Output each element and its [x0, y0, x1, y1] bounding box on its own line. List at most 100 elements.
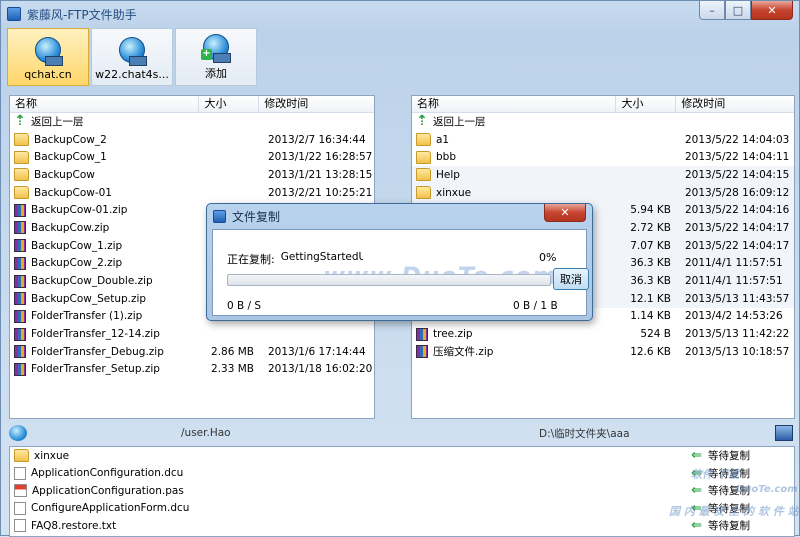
server-button-0[interactable]: qchat.cn: [7, 28, 89, 86]
file-name-cell: BackupCow_Setup.zip: [10, 292, 200, 306]
file-row[interactable]: a1 2013/5/22 14:04:03: [412, 131, 794, 149]
file-time: 2013/5/28 16:09:12: [685, 186, 790, 199]
server-button-2[interactable]: + 添加: [175, 28, 257, 86]
download-arrow-icon: ⇐: [691, 448, 702, 464]
file-row[interactable]: BackupCow 2013/1/21 13:28:15: [10, 166, 374, 184]
queue-status: ⇐ 等待复制: [691, 448, 750, 463]
transfer-bytes: 0 B / 1 B: [513, 300, 558, 312]
file-name: xinxue: [436, 186, 472, 199]
col-name[interactable]: 名称: [10, 96, 200, 112]
queue-row[interactable]: FAQ8.restore.txt ⇐ 等待复制: [10, 517, 794, 535]
file-name: tree.zip: [433, 328, 473, 341]
queue-status-text: 等待复制: [708, 520, 750, 533]
zip-archive-icon: [14, 203, 26, 217]
file-row[interactable]: BackupCow_2 2013/2/7 16:34:44: [10, 131, 374, 149]
dialog-title: 文件复制: [232, 209, 281, 224]
up-arrow-icon: ⇡: [14, 114, 26, 130]
file-size: 1.14 KB: [630, 310, 671, 323]
file-time: 2011/4/1 11:57:51: [685, 257, 783, 270]
pascal-file-icon: [14, 484, 27, 498]
queue-file-name: ApplicationConfiguration.dcu: [31, 467, 184, 480]
up-arrow-icon: ⇡: [416, 114, 428, 130]
file-name: FolderTransfer_12-14.zip: [31, 328, 160, 341]
file-name: 压缩文件.zip: [433, 346, 494, 359]
file-name-cell: BackupCow_1.zip: [10, 239, 200, 253]
file-row[interactable]: BackupCow-01 2013/2/21 10:25:21: [10, 184, 374, 202]
queue-file-name: ApplicationConfiguration.pas: [32, 484, 184, 497]
file-row[interactable]: Help 2013/5/22 14:04:15: [412, 166, 794, 184]
file-name-cell: BackupCow_1: [10, 150, 200, 164]
download-arrow-icon: ⇐: [691, 483, 702, 499]
file-row[interactable]: xinxue 2013/5/28 16:09:12: [412, 183, 794, 202]
file-time: 2013/1/21 13:28:15: [268, 168, 373, 181]
computer-icon: [775, 425, 793, 441]
file-row[interactable]: BackupCow_1 2013/1/22 16:28:57: [10, 148, 374, 166]
file-name: 返回上一层: [31, 116, 84, 129]
path-bar: /user.Hao D:\临时文件夹\aaa: [9, 423, 795, 443]
file-size: 12.6 KB: [630, 345, 671, 358]
file-name-cell: 压缩文件.zip: [412, 344, 617, 359]
col-size[interactable]: 大小: [616, 96, 677, 112]
minimize-button[interactable]: –: [699, 1, 725, 20]
server-button-label: 添加: [205, 67, 227, 80]
zip-archive-icon: [14, 292, 26, 306]
file-icon: [14, 466, 26, 480]
file-name: BackupCow_2.zip: [31, 257, 123, 270]
folder-icon: [14, 133, 29, 147]
file-size: 7.07 KB: [630, 239, 671, 252]
file-row[interactable]: bbb 2013/5/22 14:04:11: [412, 148, 794, 166]
close-button[interactable]: ✕: [751, 1, 793, 20]
cancel-button[interactable]: 取消: [553, 268, 589, 290]
add-server-icon: +: [201, 34, 231, 63]
file-time: 2013/5/22 14:04:16: [685, 204, 790, 217]
file-name: FolderTransfer_Debug.zip: [31, 345, 164, 358]
queue-row[interactable]: ApplicationConfiguration.pas ⇐ 等待复制: [10, 482, 794, 500]
file-name: bbb: [436, 151, 456, 164]
queue-file-name: ConfigureApplicationForm.dcu: [31, 502, 190, 515]
file-row[interactable]: 压缩文件.zip 12.6 KB 2013/5/13 10:18:57: [412, 343, 794, 361]
server-button-1[interactable]: w22.chat4s...: [91, 28, 173, 86]
maximize-button[interactable]: □: [725, 1, 751, 20]
zip-archive-icon: [14, 239, 26, 253]
folder-icon: [416, 133, 431, 147]
title-bar: 紫藤风-FTP文件助手 – □ ✕: [1, 1, 799, 27]
file-row[interactable]: FolderTransfer_Debug.zip 2.86 MB 2013/1/6 …: [10, 343, 374, 361]
file-name-cell: BackupCow_Double.zip: [10, 274, 200, 288]
file-name: BackupCow_1: [34, 151, 107, 164]
file-name-cell: BackupCow-01.zip: [10, 203, 200, 217]
file-size: 2.86 MB: [211, 345, 254, 358]
server-globe-icon: [35, 37, 63, 66]
file-name: BackupCow-01.zip: [31, 204, 128, 217]
file-row[interactable]: ⇡ 返回上一层: [412, 113, 794, 131]
col-name[interactable]: 名称: [412, 96, 617, 112]
file-name: BackupCow: [34, 168, 95, 181]
file-row[interactable]: FolderTransfer_12-14.zip: [10, 325, 374, 343]
zip-archive-icon: [14, 327, 26, 341]
file-time: 2013/1/22 16:28:57: [268, 151, 373, 164]
file-time: 2013/5/22 14:04:17: [685, 221, 790, 234]
col-time[interactable]: 修改时间: [259, 96, 374, 112]
dialog-body: www.DuoTe.com 正在复制: GettingStartedUs 0% …: [212, 229, 589, 316]
file-time: 2013/4/2 14:53:26: [685, 310, 783, 323]
queue-file-name: FAQ8.restore.txt: [31, 519, 117, 532]
queue-row[interactable]: ApplicationConfiguration.dcu ⇐ 等待复制: [10, 465, 794, 483]
dialog-close-button[interactable]: ✕: [544, 204, 586, 222]
file-time: 2013/5/13 11:43:57: [685, 292, 790, 305]
zip-archive-icon: [14, 256, 26, 270]
file-row[interactable]: FolderTransfer_Setup.zip 2.33 MB 2013/1/18…: [10, 361, 374, 379]
col-time[interactable]: 修改时间: [676, 96, 794, 112]
file-time: 2013/5/22 14:04:11: [685, 151, 790, 164]
queue-row[interactable]: xinxue ⇐ 等待复制: [10, 447, 794, 465]
col-size[interactable]: 大小: [199, 96, 260, 112]
copy-percent: 0%: [539, 251, 557, 264]
file-row[interactable]: tree.zip 524 B 2013/5/13 11:42:22: [412, 325, 794, 343]
transfer-queue[interactable]: xinxue ⇐ 等待复制 ApplicationConfiguration.dcu ⇐…: [9, 446, 795, 537]
file-name-cell: BackupCow_2.zip: [10, 256, 200, 270]
file-name-cell: FolderTransfer_Setup.zip: [10, 362, 200, 376]
file-row[interactable]: ⇡ 返回上一层: [10, 113, 374, 131]
file-size: 5.94 KB: [630, 204, 671, 217]
file-name-cell: BackupCow_2: [10, 133, 200, 147]
file-name-cell: BackupCow-01: [10, 186, 200, 200]
queue-status: ⇐ 等待复制: [691, 518, 750, 533]
zip-archive-icon: [14, 345, 26, 359]
